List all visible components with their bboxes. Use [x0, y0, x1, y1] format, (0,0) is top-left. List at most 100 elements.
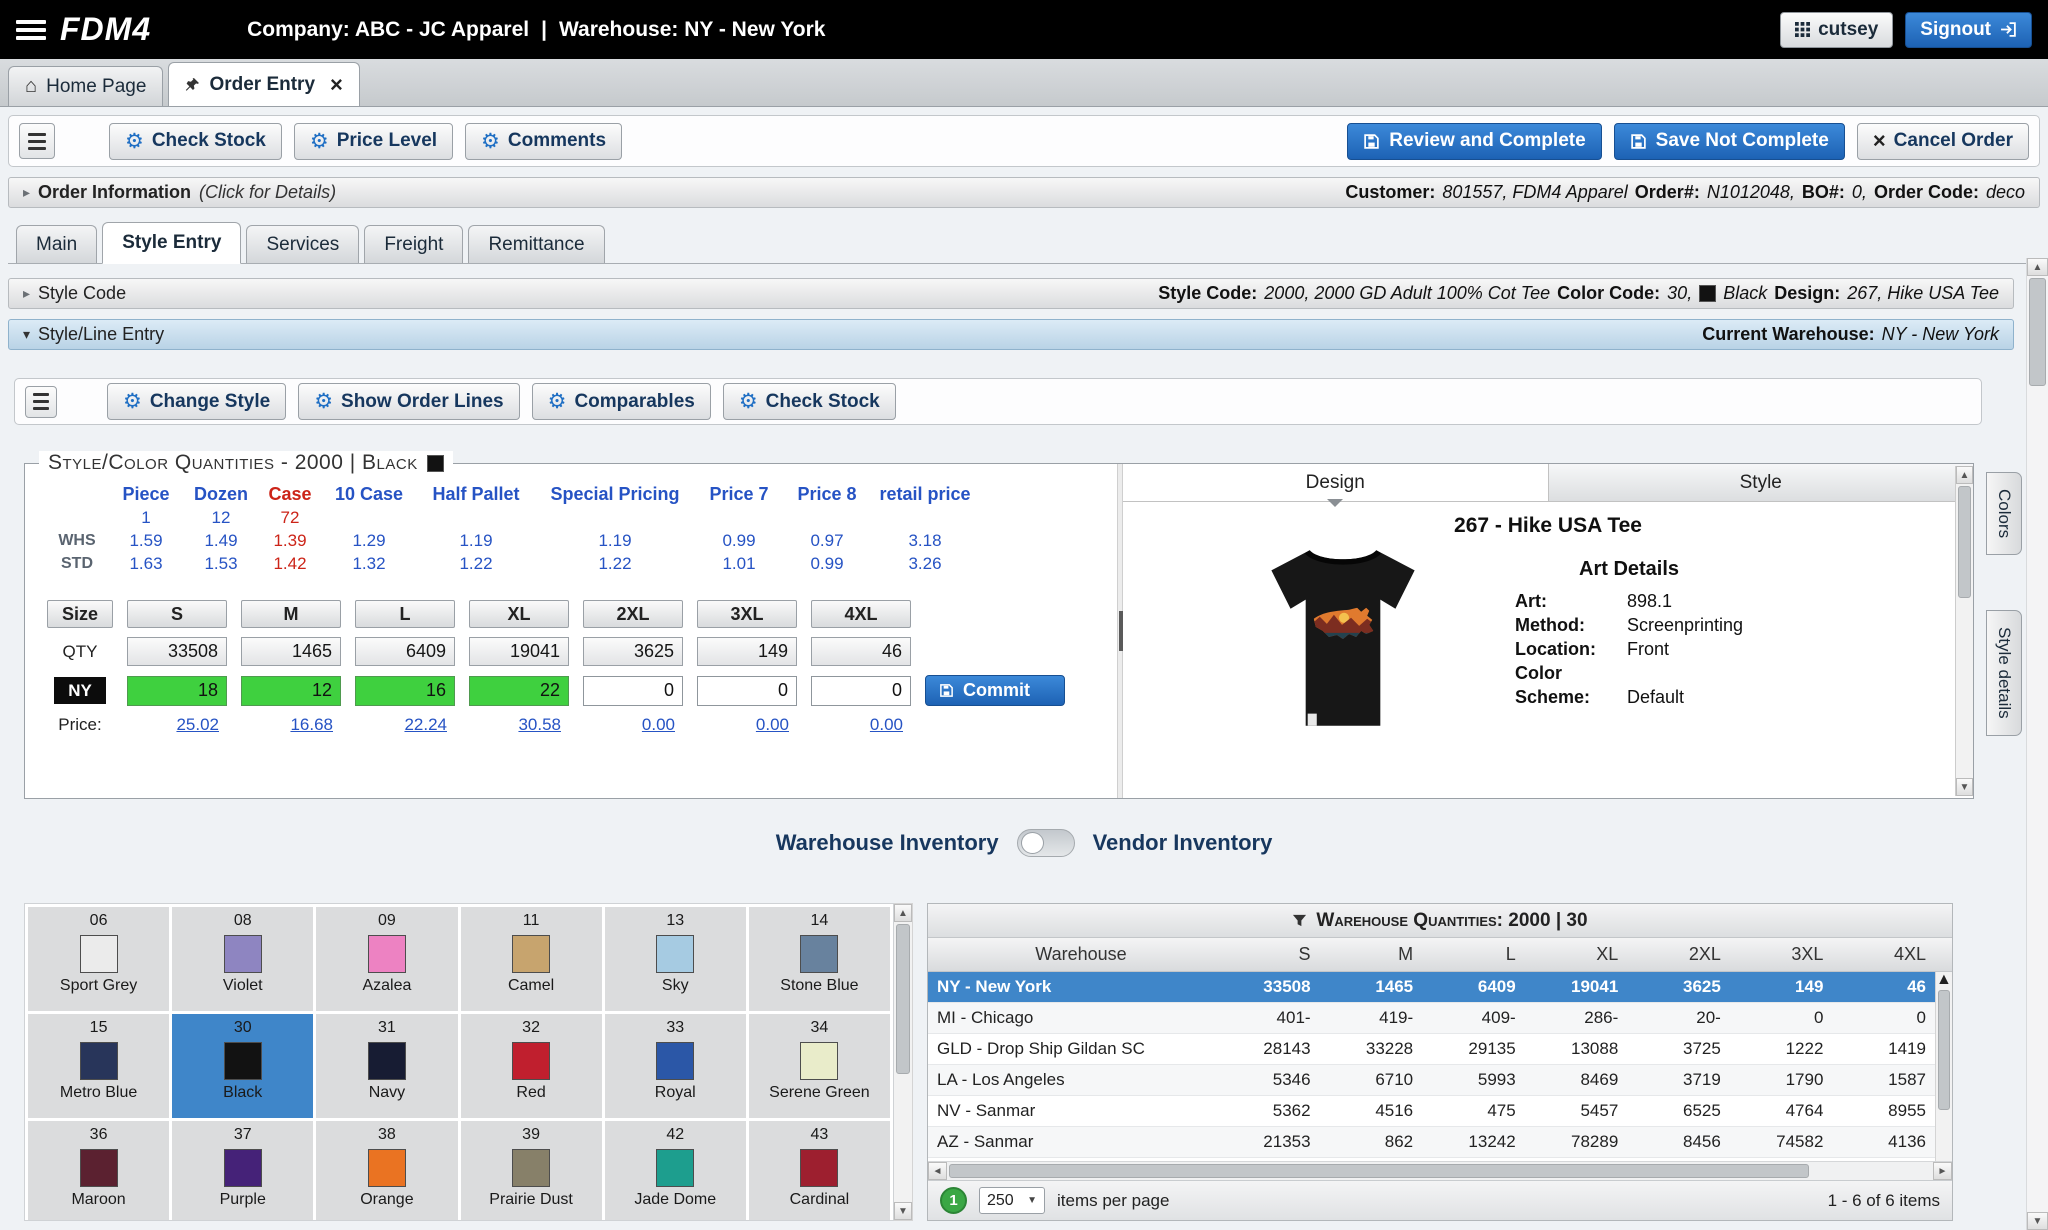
column-header-size[interactable]: 3XL — [1747, 944, 1850, 965]
warehouse-quantities-title: Warehouse Quantities: 2000 | 30 — [1316, 910, 1587, 932]
tab-home-page[interactable]: ⌂ Home Page — [8, 66, 163, 106]
scroll-thumb[interactable] — [1938, 990, 1950, 1110]
color-cell[interactable]: 32 Red — [461, 1014, 602, 1118]
order-qty-input[interactable] — [811, 676, 911, 706]
price-link[interactable]: 22.24 — [355, 715, 455, 735]
inventory-toggle[interactable] — [1017, 829, 1075, 857]
price-level-button[interactable]: ⚙ Price Level — [294, 123, 453, 160]
line-menu-button[interactable] — [25, 386, 57, 418]
price-link[interactable]: 0.00 — [697, 715, 797, 735]
price-link[interactable]: 0.00 — [811, 715, 911, 735]
page-size-select[interactable]: 250 ▼ — [979, 1187, 1045, 1214]
tab-colors-vertical[interactable]: Colors — [1986, 472, 2022, 555]
line-check-stock-button[interactable]: ⚙ Check Stock — [723, 383, 896, 420]
scroll-right-button[interactable]: ► — [1933, 1162, 1952, 1180]
scroll-up-button[interactable]: ▲ — [1956, 466, 1973, 484]
price-link[interactable]: 16.68 — [241, 715, 341, 735]
color-cell[interactable]: 31 Navy — [316, 1014, 457, 1118]
save-not-complete-button[interactable]: Save Not Complete — [1614, 123, 1845, 160]
toolbar-menu-button[interactable] — [19, 123, 55, 159]
color-cell[interactable]: 09 Azalea — [316, 907, 457, 1011]
filter-icon[interactable] — [1292, 913, 1307, 928]
scroll-up-button[interactable]: ▲ — [894, 904, 912, 922]
color-cell[interactable]: 39 Prairie Dust — [461, 1121, 602, 1221]
menu-icon[interactable] — [16, 20, 46, 40]
scroll-up-button[interactable]: ▲ — [1936, 972, 1952, 988]
commit-button[interactable]: Commit — [925, 675, 1065, 706]
scroll-down-button[interactable]: ▼ — [894, 1202, 912, 1220]
tab-remittance[interactable]: Remittance — [468, 225, 604, 263]
order-qty-input[interactable] — [127, 676, 227, 706]
order-qty-input[interactable] — [241, 676, 341, 706]
scroll-thumb[interactable] — [1958, 486, 1971, 598]
price-link[interactable]: 0.00 — [583, 715, 683, 735]
color-cell[interactable]: 06 Sport Grey — [28, 907, 169, 1011]
comparables-button[interactable]: ⚙ Comparables — [532, 383, 711, 420]
scroll-left-button[interactable]: ◄ — [928, 1162, 947, 1180]
scroll-thumb[interactable] — [2029, 278, 2046, 386]
color-cell[interactable]: 08 Violet — [172, 907, 313, 1011]
color-cell[interactable]: 13 Sky — [605, 907, 746, 1011]
warehouse-row[interactable]: AZ - Sanmar 21353 862 13242 78289 8456 7… — [928, 1127, 1952, 1158]
scroll-thumb[interactable] — [949, 1164, 1809, 1178]
order-qty-input[interactable] — [697, 676, 797, 706]
close-tab-icon[interactable]: × — [330, 72, 343, 98]
scroll-down-button[interactable]: ▼ — [1956, 778, 1973, 796]
tab-order-entry[interactable]: Order Entry × — [168, 62, 359, 106]
review-and-complete-button[interactable]: Review and Complete — [1347, 123, 1601, 160]
tab-style-entry[interactable]: Style Entry — [102, 222, 241, 264]
scroll-up-button[interactable]: ▲ — [2027, 258, 2048, 276]
order-qty-input[interactable] — [355, 676, 455, 706]
whs-price: 1.59 — [107, 531, 185, 551]
color-cell[interactable]: 36 Maroon — [28, 1121, 169, 1221]
order-qty-input[interactable] — [583, 676, 683, 706]
column-header-size[interactable]: XL — [1542, 944, 1645, 965]
tab-style-details-vertical[interactable]: Style details — [1986, 610, 2022, 736]
signout-button[interactable]: Signout — [1905, 12, 2032, 48]
scroll-thumb[interactable] — [896, 924, 910, 1074]
tab-style[interactable]: Style — [1548, 464, 1974, 501]
tab-services[interactable]: Services — [246, 225, 359, 263]
price-link[interactable]: 25.02 — [127, 715, 227, 735]
color-cell[interactable]: 11 Camel — [461, 907, 602, 1011]
page-number-button[interactable]: 1 — [940, 1187, 967, 1214]
column-header-size[interactable]: 4XL — [1849, 944, 1952, 965]
warehouse-row[interactable]: MI - Chicago 401- 419- 409- 286- 20- 0 0 — [928, 1003, 1952, 1034]
color-cell[interactable]: 33 Royal — [605, 1014, 746, 1118]
check-stock-button[interactable]: ⚙ Check Stock — [109, 123, 282, 160]
price-link[interactable]: 30.58 — [469, 715, 569, 735]
color-cell[interactable]: 43 Cardinal — [749, 1121, 890, 1221]
color-cell[interactable]: 42 Jade Dome — [605, 1121, 746, 1221]
column-header-size[interactable]: L — [1439, 944, 1542, 965]
warehouse-row[interactable]: GLD - Drop Ship Gildan SC 28143 33228 29… — [928, 1034, 1952, 1065]
warehouse-table-header: Warehouse S M L XL 2XL 3XL 4XL — [928, 938, 1952, 972]
toggle-knob[interactable] — [1021, 832, 1044, 854]
scroll-down-button[interactable]: ▼ — [2027, 1212, 2048, 1230]
column-header-size[interactable]: 2XL — [1644, 944, 1747, 965]
comments-button[interactable]: ⚙ Comments — [465, 123, 622, 160]
warehouse-row-selected[interactable]: NY - New York 33508 1465 6409 19041 3625… — [928, 972, 1952, 1003]
tab-design[interactable]: Design — [1123, 464, 1548, 501]
color-cell[interactable]: 15 Metro Blue — [28, 1014, 169, 1118]
tab-freight[interactable]: Freight — [364, 225, 463, 263]
style-code-bar[interactable]: ▸ Style Code Style Code: 2000, 2000 GD A… — [8, 278, 2014, 309]
column-header-warehouse[interactable]: Warehouse — [928, 944, 1234, 965]
bo-label: BO#: — [1802, 182, 1845, 203]
change-style-button[interactable]: ⚙ Change Style — [107, 383, 286, 420]
show-order-lines-button[interactable]: ⚙ Show Order Lines — [298, 383, 519, 420]
color-cell-selected[interactable]: 30 Black — [172, 1014, 313, 1118]
color-cell[interactable]: 14 Stone Blue — [749, 907, 890, 1011]
style-line-entry-bar[interactable]: ▾ Style/Line Entry Current Warehouse: NY… — [8, 319, 2014, 350]
color-cell[interactable]: 34 Serene Green — [749, 1014, 890, 1118]
color-cell[interactable]: 37 Purple — [172, 1121, 313, 1221]
cancel-order-button[interactable]: × Cancel Order — [1857, 123, 2029, 160]
column-header-size[interactable]: M — [1337, 944, 1440, 965]
warehouse-row[interactable]: NV - Sanmar 5362 4516 475 5457 6525 4764… — [928, 1096, 1952, 1127]
tab-main[interactable]: Main — [16, 225, 97, 263]
order-information-bar[interactable]: ▸ Order Information (Click for Details) … — [8, 177, 2040, 208]
color-cell[interactable]: 38 Orange — [316, 1121, 457, 1221]
column-header-size[interactable]: S — [1234, 944, 1337, 965]
user-button[interactable]: cutsey — [1780, 12, 1893, 48]
warehouse-row[interactable]: LA - Los Angeles 5346 6710 5993 8469 371… — [928, 1065, 1952, 1096]
order-qty-input[interactable] — [469, 676, 569, 706]
